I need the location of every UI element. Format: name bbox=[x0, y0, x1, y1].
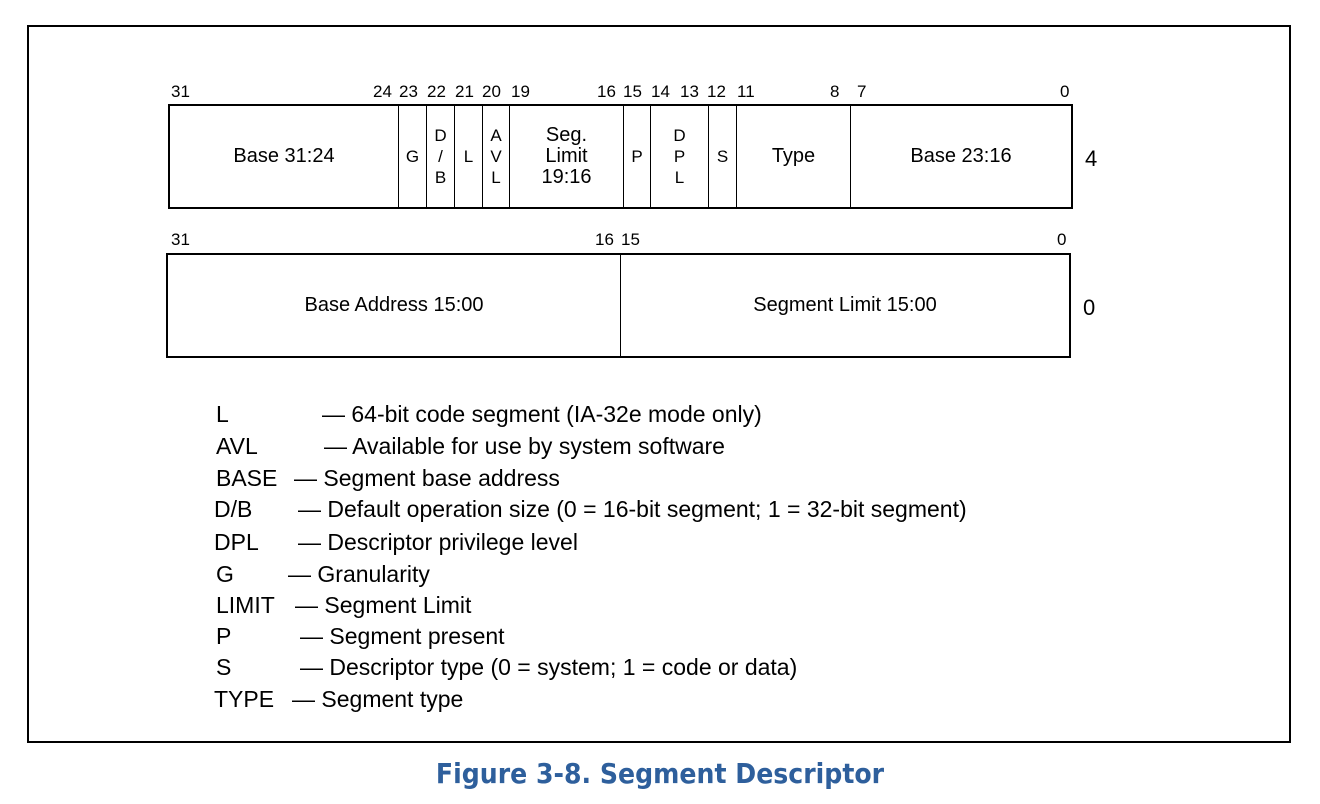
field-type: Type bbox=[737, 106, 851, 207]
legend-item: LIMIT — Segment Limit bbox=[216, 592, 471, 618]
legend-item: S — Descriptor type (0 = system; 1 = code… bbox=[216, 654, 797, 680]
bit-label-24: 24 bbox=[373, 82, 392, 101]
legend-desc: — Segment Limit bbox=[295, 592, 472, 618]
field-label-line: L bbox=[674, 168, 685, 187]
legend-desc: — Default operation size (0 = 16-bit seg… bbox=[298, 496, 967, 522]
field-label-line: D bbox=[673, 126, 686, 145]
field-l: L bbox=[455, 106, 483, 207]
field-label: L bbox=[463, 147, 474, 166]
byte-offset-upper: 4 bbox=[1085, 146, 1098, 171]
bit-label-20: 20 bbox=[482, 82, 501, 101]
field-p: P bbox=[624, 106, 651, 207]
field-segment-limit-15-00: Segment Limit 15:00 bbox=[621, 255, 1069, 356]
bit-label-16: 16 bbox=[595, 230, 614, 249]
legend-key: G bbox=[216, 561, 234, 587]
field-label-line: Limit bbox=[545, 145, 588, 167]
field-avl: A V L bbox=[483, 106, 510, 207]
field-s: S bbox=[709, 106, 737, 207]
field-label-line: B bbox=[434, 168, 447, 187]
field-label-line: V bbox=[490, 147, 502, 166]
legend-key: BASE bbox=[216, 465, 278, 491]
field-seg-limit-19-16: Seg. Limit 19:16 bbox=[510, 106, 624, 207]
legend-desc: — Segment type bbox=[292, 686, 464, 712]
field-label-line: Seg. bbox=[545, 124, 588, 146]
field-label-line: / bbox=[438, 147, 443, 166]
field-base-23-16: Base 23:16 bbox=[851, 106, 1071, 207]
field-label-line: P bbox=[673, 147, 686, 166]
field-label-line: L bbox=[491, 168, 501, 187]
legend-key: L bbox=[216, 401, 229, 427]
bit-label-0: 0 bbox=[1057, 230, 1067, 249]
bit-label-16: 16 bbox=[597, 82, 616, 101]
bit-label-22: 22 bbox=[427, 82, 446, 101]
field-g: G bbox=[399, 106, 427, 207]
legend-desc: — Segment base address bbox=[294, 465, 560, 491]
legend-item: BASE — Segment base address bbox=[216, 465, 560, 491]
legend-desc: — Available for use by system software bbox=[324, 433, 725, 459]
legend-item: AVL — Available for use by system softwar… bbox=[216, 433, 725, 459]
legend-item: DPL — Descriptor privilege level bbox=[214, 529, 578, 555]
bit-label-15: 15 bbox=[621, 230, 640, 249]
legend-desc: — Segment present bbox=[300, 623, 505, 649]
bit-label-15: 15 bbox=[623, 82, 642, 101]
field-label-line: A bbox=[490, 126, 502, 145]
legend-item: D/B — Default operation size (0 = 16-bit … bbox=[214, 496, 967, 522]
lower-descriptor-word: Base Address 15:00 Segment Limit 15:00 bbox=[166, 253, 1071, 358]
field-d-b: D / B bbox=[427, 106, 455, 207]
bit-label-19: 19 bbox=[511, 82, 530, 101]
legend-item: L — 64-bit code segment (IA-32e mode only… bbox=[216, 401, 762, 427]
field-label: S bbox=[716, 147, 729, 166]
field-label: G bbox=[405, 147, 420, 166]
bit-label-7: 7 bbox=[857, 82, 867, 101]
figure-caption: Figure 3-8. Segment Descriptor bbox=[435, 757, 885, 790]
bit-label-13: 13 bbox=[680, 82, 699, 101]
bit-label-14: 14 bbox=[651, 82, 670, 101]
legend-key: LIMIT bbox=[216, 592, 275, 618]
byte-offset-lower: 0 bbox=[1083, 295, 1096, 320]
field-label-line: D bbox=[434, 126, 447, 145]
field-label: Type bbox=[771, 145, 816, 167]
field-base-31-24: Base 31:24 bbox=[170, 106, 399, 207]
legend-item: G — Granularity bbox=[216, 561, 430, 587]
bit-label-21: 21 bbox=[455, 82, 474, 101]
bit-label-12: 12 bbox=[707, 82, 726, 101]
bit-label-0: 0 bbox=[1060, 82, 1070, 101]
field-label: Base Address 15:00 bbox=[304, 294, 484, 316]
legend-key: DPL bbox=[214, 529, 259, 555]
bit-label-31: 31 bbox=[171, 82, 190, 101]
legend-desc: — Descriptor type (0 = system; 1 = code … bbox=[300, 654, 798, 680]
legend-key: AVL bbox=[216, 433, 258, 459]
field-label-line: 19:16 bbox=[541, 166, 592, 188]
upper-descriptor-word: Base 31:24 G D / B L A V L Seg. Limit 19… bbox=[168, 104, 1073, 209]
legend-desc: — Granularity bbox=[288, 561, 430, 587]
bit-label-23: 23 bbox=[399, 82, 418, 101]
legend-key: TYPE bbox=[214, 686, 275, 712]
bit-label-8: 8 bbox=[830, 82, 840, 101]
bit-label-11: 11 bbox=[737, 82, 755, 101]
legend-item: P — Segment present bbox=[216, 623, 505, 649]
legend-desc: — Descriptor privilege level bbox=[298, 529, 578, 555]
field-label: Segment Limit 15:00 bbox=[753, 294, 937, 316]
field-base-address-15-00: Base Address 15:00 bbox=[168, 255, 621, 356]
field-dpl: D P L bbox=[651, 106, 709, 207]
legend-key: D/B bbox=[214, 496, 253, 522]
field-label: P bbox=[631, 147, 643, 166]
field-label: Base 31:24 bbox=[233, 145, 335, 167]
legend-desc: — 64-bit code segment (IA-32e mode only) bbox=[322, 401, 762, 427]
field-label: Base 23:16 bbox=[910, 145, 1012, 167]
legend-item: TYPE — Segment type bbox=[214, 686, 463, 712]
legend-key: S bbox=[216, 654, 232, 680]
legend-key: P bbox=[216, 623, 232, 649]
bit-label-31: 31 bbox=[171, 230, 190, 249]
